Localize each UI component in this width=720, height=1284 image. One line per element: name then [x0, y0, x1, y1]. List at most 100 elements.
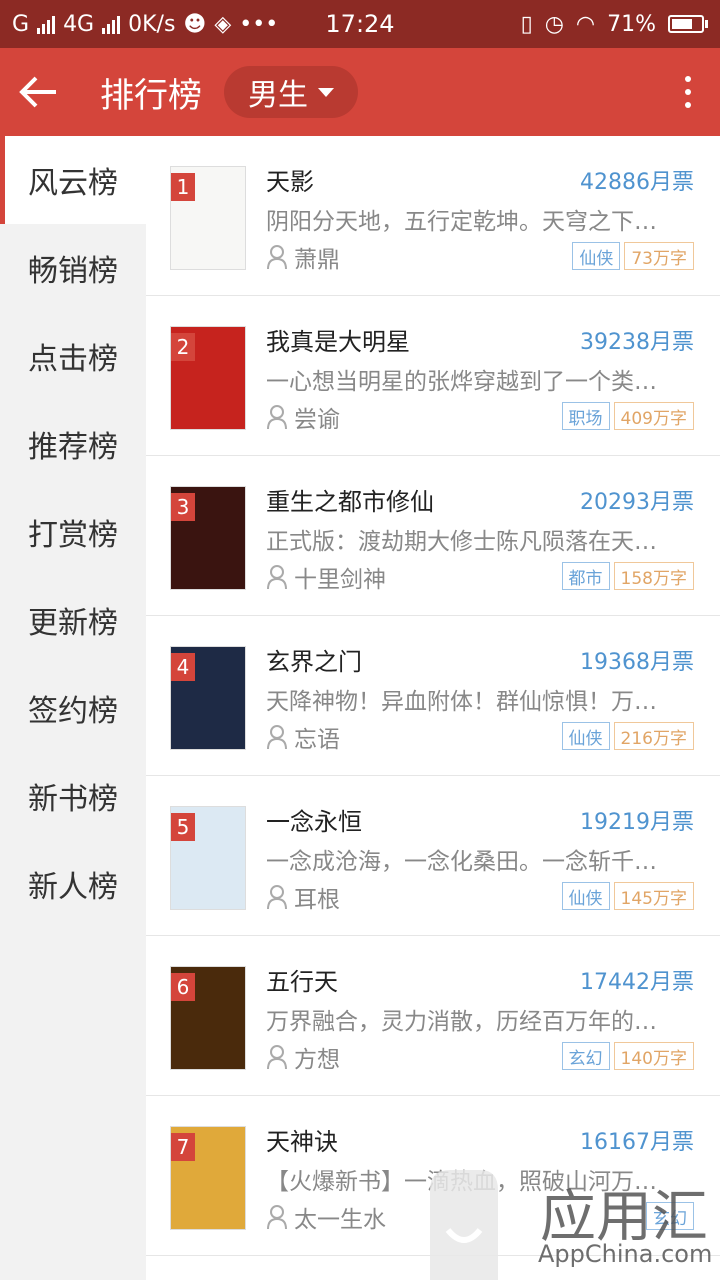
book-cover[interactable]: 2 — [170, 326, 246, 430]
sidebar-item-label: 点击榜 — [28, 342, 118, 377]
word-count-tag: 140万字 — [613, 1042, 694, 1070]
speed-label: 0K/s — [128, 11, 176, 37]
author-row: 萧鼎 — [266, 240, 340, 274]
author-name: 太一生水 — [294, 1207, 386, 1233]
back-button[interactable] — [0, 48, 76, 136]
more-button[interactable] — [656, 48, 720, 136]
genre-tag: 职场 — [561, 402, 610, 430]
sidebar: 风云榜 畅销榜 点击榜 推荐榜 打赏榜 更新榜 签约榜 新书榜 新人榜 — [0, 136, 146, 1280]
book-title: 我真是大明星 — [266, 328, 410, 356]
sidebar-item-dashang[interactable]: 打赏榜 — [0, 488, 146, 576]
back-arrow-icon — [19, 76, 56, 108]
sidebar-item-fengyun[interactable]: 风云榜 — [0, 136, 146, 224]
rank-badge: 5 — [171, 813, 195, 841]
book-title: 天影 — [266, 168, 314, 196]
book-title: 一念永恒 — [266, 808, 362, 836]
author-row: 忘语 — [266, 720, 340, 754]
author-name: 尝谕 — [294, 407, 340, 433]
book-cover[interactable]: 6 — [170, 966, 246, 1070]
author-name: 萧鼎 — [294, 247, 340, 273]
battery-icon — [668, 15, 708, 33]
book-description: 阴阳分天地，五行定乾坤。天穹之下… — [266, 209, 657, 235]
tag-group: 都市 158万字 — [561, 562, 694, 590]
person-icon — [267, 1045, 287, 1070]
word-count-tag: 73万字 — [624, 242, 694, 270]
genre-tag: 都市 — [561, 562, 610, 590]
sidebar-item-label: 新书榜 — [28, 782, 118, 817]
word-count-tag: 216万字 — [613, 722, 694, 750]
sidebar-item-label: 推荐榜 — [28, 430, 118, 465]
caret-down-icon — [318, 87, 334, 97]
shield-icon: ◈ — [214, 11, 232, 37]
rank-badge: 4 — [171, 653, 195, 681]
book-cover[interactable]: 3 — [170, 486, 246, 590]
sidebar-item-label: 签约榜 — [28, 694, 118, 729]
more-notifications-icon: ••• — [239, 11, 279, 37]
book-description: 正式版：渡劫期大修士陈凡陨落在天… — [266, 529, 657, 555]
sidebar-item-label: 更新榜 — [28, 606, 118, 641]
book-title: 五行天 — [266, 968, 338, 996]
book-description: 天降神物！异血附体！群仙惊惧！万… — [266, 689, 657, 715]
genre-tag: 仙侠 — [561, 882, 610, 910]
sidebar-item-dianji[interactable]: 点击榜 — [0, 312, 146, 400]
sidebar-item-label: 风云榜 — [28, 166, 118, 201]
genre-tag: 仙侠 — [561, 722, 610, 750]
author-row: 太一生水 — [266, 1200, 386, 1234]
book-row[interactable]: 1 天影 42886月票 阴阳分天地，五行定乾坤。天穹之下… 萧鼎 仙侠 73万… — [146, 136, 720, 296]
vibrate-icon: ▯ — [520, 11, 533, 37]
book-row[interactable]: 6 五行天 17442月票 万界融合，灵力消散，历经百万年的… 方想 玄幻 14… — [146, 936, 720, 1096]
author-name: 十里剑神 — [294, 567, 386, 593]
sidebar-item-xinshu[interactable]: 新书榜 — [0, 752, 146, 840]
tag-group: 职场 409万字 — [561, 402, 694, 430]
gender-label: 男生 — [248, 78, 308, 113]
person-icon — [267, 725, 287, 750]
genre-tag: 玄幻 — [561, 1042, 610, 1070]
signal-icon — [37, 14, 56, 34]
tag-group: 玄幻 140万字 — [561, 1042, 694, 1070]
monthly-votes: 19219月票 — [580, 810, 694, 835]
signal-icon-2 — [102, 14, 121, 34]
monthly-votes: 20293月票 — [580, 490, 694, 515]
book-cover[interactable]: 1 — [170, 166, 246, 270]
person-icon — [267, 565, 287, 590]
monthly-votes: 17442月票 — [580, 970, 694, 995]
book-description: 万界融合，灵力消散，历经百万年的… — [266, 1009, 657, 1035]
gender-dropdown[interactable]: 男生 — [224, 66, 358, 118]
monthly-votes: 39238月票 — [580, 330, 694, 355]
word-count-tag: 158万字 — [613, 562, 694, 590]
battery-percent: 71% — [607, 11, 656, 37]
network-label: 4G — [63, 11, 95, 37]
sidebar-item-gengxin[interactable]: 更新榜 — [0, 576, 146, 664]
rank-badge: 7 — [171, 1133, 195, 1161]
word-count-tag: 145万字 — [613, 882, 694, 910]
tag-group: 仙侠 73万字 — [572, 242, 694, 270]
word-count-tag: 409万字 — [613, 402, 694, 430]
tag-group: 仙侠 216万字 — [561, 722, 694, 750]
sidebar-item-tuijian[interactable]: 推荐榜 — [0, 400, 146, 488]
person-icon — [267, 405, 287, 430]
book-cover[interactable]: 7 — [170, 1126, 246, 1230]
alarm-icon: ◷ — [544, 11, 564, 37]
author-name: 忘语 — [294, 727, 340, 753]
book-cover[interactable]: 4 — [170, 646, 246, 750]
book-description: 一念成沧海，一念化桑田。一念斩千… — [266, 849, 657, 875]
wifi-icon: ◠ — [575, 11, 596, 37]
app-bar: 排行榜 男生 — [0, 48, 720, 136]
book-row[interactable]: 4 玄界之门 19368月票 天降神物！异血附体！群仙惊惧！万… 忘语 仙侠 2… — [146, 616, 720, 776]
sidebar-item-changxiao[interactable]: 畅销榜 — [0, 224, 146, 312]
sidebar-item-label: 畅销榜 — [28, 254, 118, 289]
author-row: 尝谕 — [266, 400, 340, 434]
watermark-site: AppChina.com — [538, 1240, 713, 1268]
book-row[interactable]: 3 重生之都市修仙 20293月票 正式版：渡劫期大修士陈凡陨落在天… 十里剑神… — [146, 456, 720, 616]
author-row: 方想 — [266, 1040, 340, 1074]
sidebar-item-xinren[interactable]: 新人榜 — [0, 840, 146, 928]
sidebar-item-qianyue[interactable]: 签约榜 — [0, 664, 146, 752]
watermark: 应用汇 AppChina.com — [420, 1150, 720, 1280]
book-row[interactable]: 2 我真是大明星 39238月票 一心想当明星的张烨穿越到了一个类… 尝谕 职场… — [146, 296, 720, 456]
book-row[interactable]: 5 一念永恒 19219月票 一念成沧海，一念化桑田。一念斩千… 耳根 仙侠 1… — [146, 776, 720, 936]
book-cover[interactable]: 5 — [170, 806, 246, 910]
book-title: 玄界之门 — [266, 648, 362, 676]
sidebar-item-label: 打赏榜 — [28, 518, 118, 553]
tag-group: 仙侠 145万字 — [561, 882, 694, 910]
person-icon — [267, 885, 287, 910]
